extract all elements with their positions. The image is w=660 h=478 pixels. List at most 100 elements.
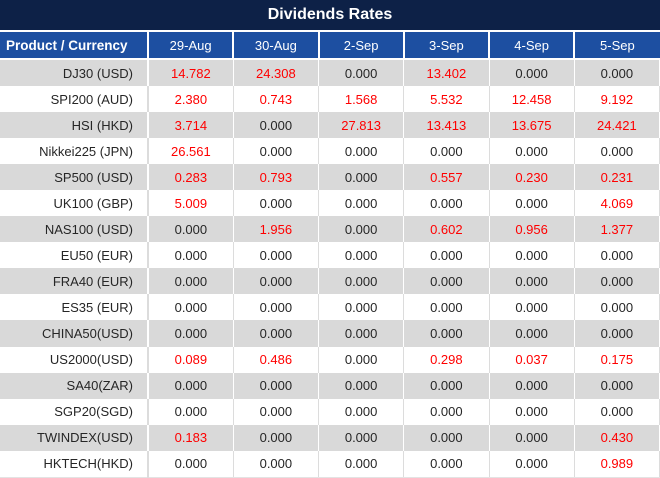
column-header-date-1: 29-Aug — [146, 32, 234, 60]
product-cell: HSI (HKD) — [0, 112, 149, 139]
rate-value-cell: 14.782 — [148, 59, 234, 87]
rate-value-cell: 0.000 — [233, 372, 320, 399]
rate-value-cell: 0.000 — [489, 190, 575, 217]
product-cell: HKTECH(HKD) — [0, 450, 149, 478]
rate-value-cell: 0.000 — [318, 424, 405, 451]
rate-value-cell: 24.421 — [574, 112, 660, 139]
rate-value-cell: 0.089 — [148, 346, 234, 373]
rate-value-cell: 5.009 — [148, 190, 234, 217]
rate-value-cell: 0.000 — [403, 450, 490, 478]
rate-value-cell: 0.000 — [574, 372, 660, 399]
rate-value-cell: 0.000 — [318, 164, 405, 191]
table-row: HSI (HKD) 3.714 0.000 27.813 13.413 13.675 24.… — [0, 112, 660, 139]
rate-value-cell: 0.000 — [233, 320, 320, 347]
product-cell: DJ30 (USD) — [0, 59, 149, 87]
column-header-date-4: 3-Sep — [402, 32, 489, 60]
rate-value-cell: 0.000 — [489, 320, 575, 347]
dividends-rates-panel: Dividends Rates Product / Currency 29-Au… — [0, 0, 660, 478]
rate-value-cell: 0.000 — [233, 268, 320, 295]
rate-value-cell: 0.000 — [233, 190, 320, 217]
table-row: US2000(USD) 0.089 0.486 0.000 0.298 0.037 0.17… — [0, 346, 660, 373]
dividends-rates-table: Product / Currency 29-Aug 30-Aug 2-Sep 3… — [0, 32, 660, 478]
rate-value-cell: 0.000 — [489, 372, 575, 399]
rate-value-cell: 0.000 — [318, 138, 405, 165]
rate-value-cell: 4.069 — [574, 190, 660, 217]
rate-value-cell: 0.000 — [489, 450, 575, 478]
table-row: NAS100 (USD) 0.000 1.956 0.000 0.602 0.956 1.3… — [0, 216, 660, 243]
product-cell: US2000(USD) — [0, 346, 149, 373]
rate-value-cell: 0.000 — [489, 424, 575, 451]
rate-value-cell: 0.000 — [403, 424, 490, 451]
rate-value-cell: 0.000 — [318, 346, 405, 373]
rate-value-cell: 0.557 — [403, 164, 490, 191]
rate-value-cell: 0.000 — [574, 242, 660, 269]
rate-value-cell: 0.000 — [318, 59, 405, 87]
rate-value-cell: 9.192 — [574, 86, 660, 113]
table-row: HKTECH(HKD) 0.000 0.000 0.000 0.000 0.000 0.98… — [0, 450, 660, 478]
rate-value-cell: 0.000 — [403, 268, 490, 295]
rate-value-cell: 1.377 — [574, 216, 660, 243]
rate-value-cell: 0.283 — [148, 164, 234, 191]
rate-value-cell: 2.380 — [148, 86, 234, 113]
rate-value-cell: 0.000 — [403, 242, 490, 269]
rate-value-cell: 0.000 — [489, 398, 575, 425]
table-title: Dividends Rates — [0, 0, 660, 32]
rate-value-cell: 0.000 — [148, 242, 234, 269]
rate-value-cell: 0.000 — [233, 112, 320, 139]
product-cell: CHINA50(USD) — [0, 320, 149, 347]
rate-value-cell: 0.743 — [233, 86, 320, 113]
product-cell: UK100 (GBP) — [0, 190, 149, 217]
rate-value-cell: 0.000 — [403, 320, 490, 347]
rate-value-cell: 0.000 — [489, 294, 575, 321]
rate-value-cell: 0.000 — [318, 268, 405, 295]
rate-value-cell: 0.037 — [489, 346, 575, 373]
table-row: SA40(ZAR) 0.000 0.000 0.000 0.000 0.000 0.000 — [0, 372, 660, 399]
rate-value-cell: 1.956 — [233, 216, 320, 243]
rate-value-cell: 0.000 — [148, 216, 234, 243]
rate-value-cell: 1.568 — [318, 86, 405, 113]
product-cell: Nikkei225 (JPN) — [0, 138, 149, 165]
rate-value-cell: 0.000 — [318, 242, 405, 269]
table-row: TWINDEX(USD) 0.183 0.000 0.000 0.000 0.000 0.4… — [0, 424, 660, 451]
table-row: Nikkei225 (JPN) 26.561 0.000 0.000 0.000 0.00… — [0, 138, 660, 165]
rate-value-cell: 0.000 — [233, 138, 320, 165]
rate-value-cell: 0.000 — [233, 294, 320, 321]
table-row: ES35 (EUR) 0.000 0.000 0.000 0.000 0.000 0.000 — [0, 294, 660, 321]
table-row: CHINA50(USD) 0.000 0.000 0.000 0.000 0.000 0.0… — [0, 320, 660, 347]
rate-value-cell: 0.000 — [574, 294, 660, 321]
rate-value-cell: 0.000 — [403, 294, 490, 321]
rate-value-cell: 0.000 — [233, 450, 320, 478]
rate-value-cell: 0.175 — [574, 346, 660, 373]
rate-value-cell: 0.000 — [489, 242, 575, 269]
rate-value-cell: 0.000 — [233, 424, 320, 451]
rate-value-cell: 0.000 — [148, 372, 234, 399]
table-header: Product / Currency 29-Aug 30-Aug 2-Sep 3… — [0, 32, 660, 60]
table-row: SP500 (USD) 0.283 0.793 0.000 0.557 0.230 0.23… — [0, 164, 660, 191]
rate-value-cell: 0.000 — [574, 138, 660, 165]
table-row: SPI200 (AUD) 2.380 0.743 1.568 5.532 12.458 9.… — [0, 86, 660, 113]
table-body: DJ30 (USD) 14.782 24.308 0.000 13.402 0.000 0.… — [0, 59, 660, 478]
rate-value-cell: 0.000 — [318, 294, 405, 321]
column-header-date-3: 2-Sep — [317, 32, 404, 60]
rate-value-cell: 0.000 — [574, 320, 660, 347]
rate-value-cell: 0.000 — [489, 138, 575, 165]
rate-value-cell: 0.298 — [403, 346, 490, 373]
rate-value-cell: 0.000 — [403, 372, 490, 399]
rate-value-cell: 0.000 — [148, 450, 234, 478]
rate-value-cell: 0.000 — [148, 398, 234, 425]
rate-value-cell: 0.793 — [233, 164, 320, 191]
product-cell: SA40(ZAR) — [0, 372, 149, 399]
rate-value-cell: 5.532 — [403, 86, 490, 113]
rate-value-cell: 0.230 — [489, 164, 575, 191]
table-row: DJ30 (USD) 14.782 24.308 0.000 13.402 0.000 0.… — [0, 59, 660, 87]
product-cell: SGP20(SGD) — [0, 398, 149, 425]
rate-value-cell: 0.000 — [489, 268, 575, 295]
rate-value-cell: 0.989 — [574, 450, 660, 478]
rate-value-cell: 0.000 — [318, 216, 405, 243]
rate-value-cell: 12.458 — [489, 86, 575, 113]
table-row: SGP20(SGD) 0.000 0.000 0.000 0.000 0.000 0.000 — [0, 398, 660, 425]
rate-value-cell: 26.561 — [148, 138, 234, 165]
rate-value-cell: 0.956 — [489, 216, 575, 243]
rate-value-cell: 0.000 — [148, 268, 234, 295]
rate-value-cell: 27.813 — [318, 112, 405, 139]
